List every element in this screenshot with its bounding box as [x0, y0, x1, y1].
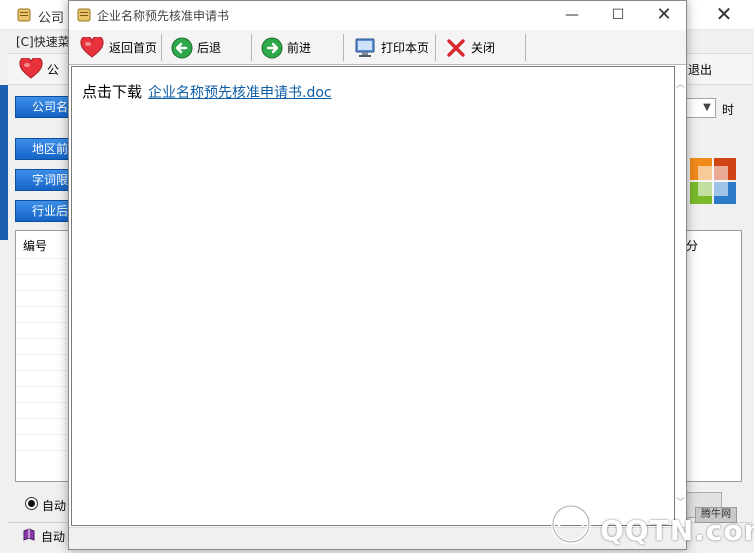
toolbar-separator [435, 34, 436, 61]
grid-row-line [16, 450, 70, 451]
print-button[interactable]: 打印本页 [349, 33, 433, 62]
grid-row-line [16, 370, 70, 371]
scroll-icon [77, 8, 91, 22]
toolbar-separator [251, 34, 252, 61]
grid-row-line [16, 386, 70, 387]
heart-icon [80, 36, 104, 58]
back-button-label: 后退 [197, 41, 222, 55]
grid-row-line [16, 258, 70, 259]
vertical-scrollbar[interactable] [675, 66, 686, 526]
download-line: 点击下载 企业名称预先核准申请书.doc [82, 81, 332, 102]
exit-button[interactable]: 退出 [688, 61, 712, 78]
close-icon[interactable]: ✕ [641, 1, 687, 29]
grid-row-line [16, 418, 70, 419]
chevron-up-icon[interactable]: ︿ [675, 80, 686, 91]
home-button[interactable]: 返回首页 [75, 33, 159, 62]
print-button-label: 打印本页 [381, 41, 430, 55]
background-side-stripe [0, 85, 8, 240]
auto-radio[interactable] [25, 497, 38, 510]
forward-button[interactable]: 前进 [257, 33, 337, 62]
arrow-left-icon [171, 37, 193, 58]
toolbar-separator [343, 34, 344, 61]
qqtn-logo-icon [551, 504, 591, 544]
maximize-icon[interactable]: ☐ [595, 1, 641, 29]
close-icon[interactable]: ✕ [712, 2, 736, 26]
close-page-button[interactable]: 关闭 [441, 33, 521, 62]
toolbar-separator [525, 34, 526, 61]
background-window-title: 公司 [38, 11, 65, 26]
grid-row-line [16, 434, 70, 435]
grid-row-line [16, 274, 70, 275]
grid-row-line [16, 402, 70, 403]
grid-row-line [16, 290, 70, 291]
forward-button-label: 前进 [287, 41, 312, 55]
background-right-grid[interactable] [686, 230, 742, 482]
download-document-link[interactable]: 企业名称预先核准申请书.doc [148, 85, 332, 101]
arrow-right-icon [261, 37, 283, 58]
scroll-icon [17, 8, 31, 22]
region-prefix-button[interactable]: 地区前 [15, 138, 70, 160]
grid-header-right: 分 [686, 239, 699, 253]
watermark-badge: 腾牛网 [695, 507, 737, 523]
company-name-button[interactable]: 公司名 [15, 96, 70, 118]
time-label: 时 [722, 103, 735, 117]
monitor-print-icon [355, 38, 375, 57]
office-logo-icon [690, 158, 736, 204]
toolbar-separator [161, 34, 162, 61]
close-x-icon [447, 38, 465, 57]
download-prefix-text: 点击下载 [82, 83, 143, 101]
background-status-label: 自动 [41, 530, 66, 544]
word-limit-button[interactable]: 字词限 [15, 169, 70, 191]
background-data-grid[interactable] [15, 230, 71, 482]
popup-title-bar: 企业名称预先核准申请书 — ☐ ✕ [69, 1, 686, 30]
industry-suffix-button[interactable]: 行业后 [15, 200, 70, 222]
grid-row-line [16, 354, 70, 355]
grid-row-line [16, 322, 70, 323]
back-button[interactable]: 后退 [167, 33, 247, 62]
grid-row-line [16, 338, 70, 339]
book-icon [23, 528, 35, 541]
popup-content-area: 点击下载 企业名称预先核准申请书.doc [71, 66, 675, 526]
minimize-icon[interactable]: — [549, 1, 595, 29]
grid-row-line [16, 306, 70, 307]
document-popup-window: 企业名称预先核准申请书 — ☐ ✕ 返回首页 后退 前进 打印本页 关闭 点击下… [68, 0, 687, 550]
popup-window-title: 企业名称预先核准申请书 [97, 9, 230, 23]
menu-item-quick-menu[interactable]: [C]快速菜 [16, 33, 70, 50]
grid-header-id: 编号 [23, 239, 48, 253]
chevron-down-icon[interactable]: ▼ [700, 99, 714, 117]
close-page-button-label: 关闭 [471, 41, 496, 55]
home-button-label: 返回首页 [109, 41, 158, 55]
background-toolbar-label[interactable]: 公 [47, 61, 59, 78]
auto-radio-label: 自动 [42, 499, 67, 513]
chevron-down-icon[interactable]: ﹀ [675, 498, 686, 509]
heart-icon[interactable] [19, 58, 43, 80]
popup-toolbar: 返回首页 后退 前进 打印本页 关闭 [69, 30, 686, 65]
